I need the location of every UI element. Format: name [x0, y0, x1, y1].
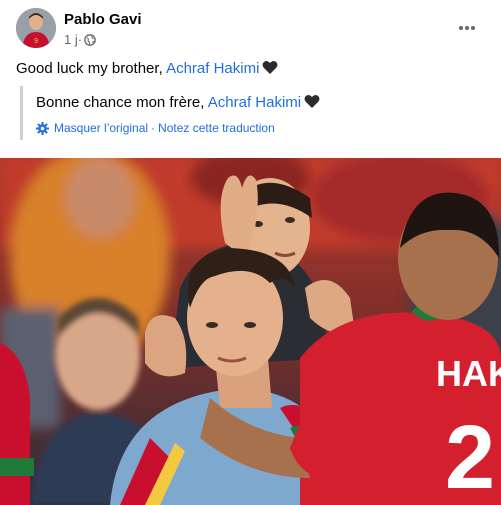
actions-separator: · [151, 121, 156, 135]
translated-text: Bonne chance mon frère, Achraf Hakimi [36, 93, 320, 115]
black-heart-icon [262, 60, 278, 81]
jersey-name-text: HAK [436, 353, 501, 394]
translation-block: Bonne chance mon frère, Achraf Hakimi Ma… [20, 86, 320, 140]
post-message: Good luck my brother, Achraf Hakimi [16, 59, 278, 81]
jersey-number-text: 2 [445, 408, 495, 505]
translated-message-text: Bonne chance mon frère, [36, 94, 208, 111]
black-heart-icon [304, 94, 320, 115]
meta-separator: · [77, 32, 83, 47]
rate-translation-link[interactable]: Notez cette traduction [158, 121, 275, 135]
post-header: 9 Pablo Gavi 1 j · [16, 8, 489, 48]
avatar-jersey-number: 9 [34, 38, 38, 45]
public-globe-icon [84, 33, 96, 46]
hide-original-link[interactable]: Masquer l’original [54, 121, 148, 135]
more-options-button[interactable] [455, 16, 479, 40]
post-meta: 1 j · [64, 32, 96, 47]
gear-icon [36, 121, 49, 135]
ellipsis-icon [459, 26, 475, 30]
post-message-text: Good luck my brother, [16, 60, 167, 77]
author-avatar[interactable]: 9 [16, 8, 56, 48]
facebook-post: 9 Pablo Gavi 1 j · Good luck my brother,… [0, 0, 501, 505]
author-name[interactable]: Pablo Gavi [64, 11, 142, 28]
post-time[interactable]: 1 j [64, 32, 78, 47]
translated-mention-link[interactable]: Achraf Hakimi [208, 94, 301, 111]
mention-link[interactable]: Achraf Hakimi [166, 60, 259, 77]
post-photo[interactable]: HAK 2 [0, 158, 501, 505]
translation-actions: Masquer l’original · Notez cette traduct… [36, 121, 320, 135]
